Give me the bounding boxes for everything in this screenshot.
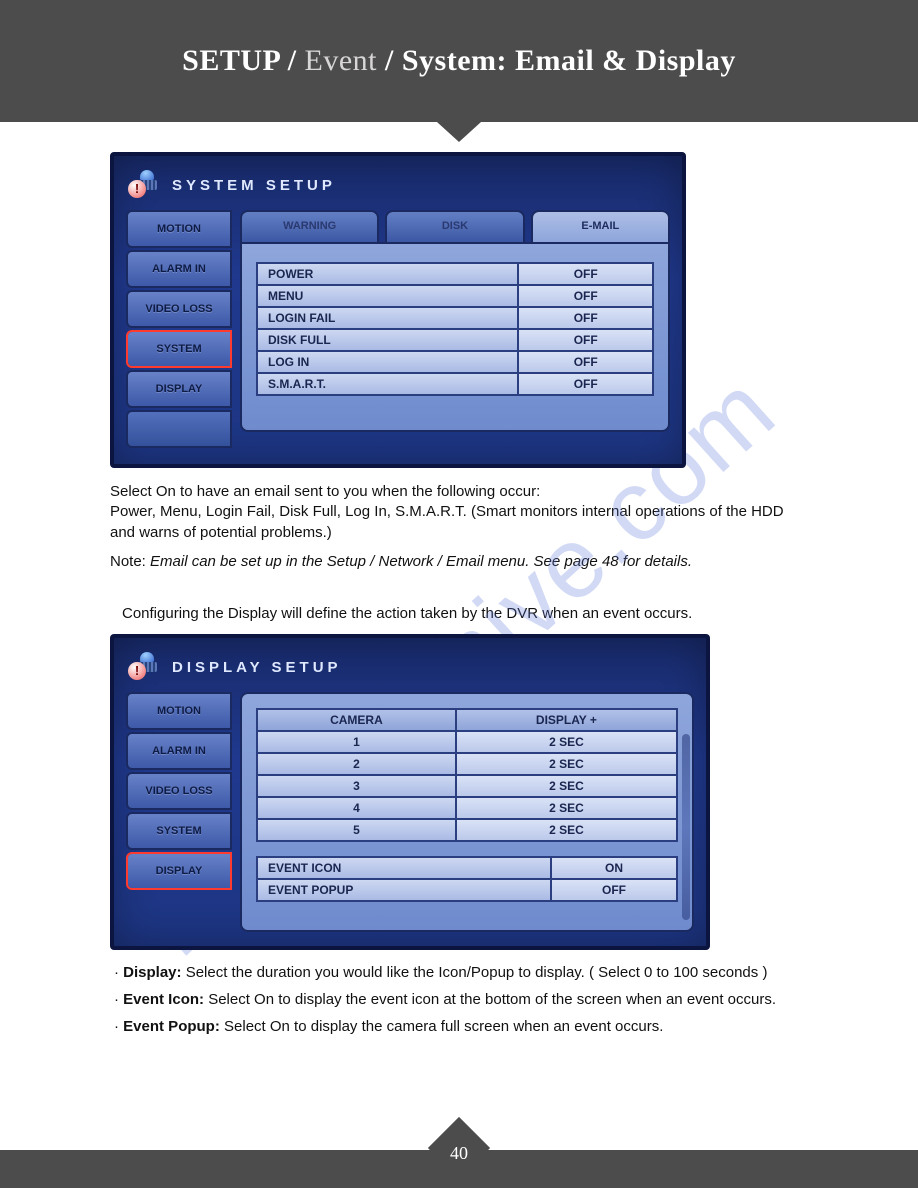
table-row: 52 SEC — [257, 819, 677, 841]
table-row: 12 SEC — [257, 731, 677, 753]
email-note: Note: Email can be set up in the Setup /… — [110, 553, 808, 570]
bullet-display: Display: Select the duration you would l… — [110, 964, 808, 981]
row-label: LOGIN FAIL — [257, 307, 518, 329]
panel1-top-tabs: WARNING DISK E-MAIL — [240, 210, 670, 242]
email-description-text: Select On to have an email sent to you w… — [110, 482, 808, 543]
col-camera: CAMERA — [257, 709, 456, 731]
side-tab-system[interactable]: SYSTEM — [126, 330, 232, 368]
row-label: POWER — [257, 263, 518, 285]
table-row: 42 SEC — [257, 797, 677, 819]
side-tab-alarm-in[interactable]: ALARM IN — [126, 732, 232, 770]
camera-cell: 4 — [257, 797, 456, 819]
top-tab-disk[interactable]: DISK — [385, 210, 524, 242]
side-tab-motion[interactable]: MOTION — [126, 210, 232, 248]
camera-cell: 2 — [257, 753, 456, 775]
row-value[interactable]: OFF — [518, 373, 653, 395]
email-settings-table: POWEROFF MENUOFF LOGIN FAILOFF DISK FULL… — [256, 262, 654, 396]
row-label: EVENT ICON — [257, 857, 551, 879]
side-tab-blank — [126, 410, 232, 448]
side-tab-display[interactable]: DISPLAY — [126, 852, 232, 890]
top-tab-warning[interactable]: WARNING — [240, 210, 379, 242]
note-label: Note: — [110, 553, 150, 570]
breadcrumb-event: Event — [305, 44, 377, 77]
table-row: POWEROFF — [257, 263, 653, 285]
breadcrumb-setup: SETUP — [182, 44, 280, 77]
display-setup-screenshot: ! DISPLAY SETUP MOTION ALARM IN VIDEO LO… — [110, 634, 710, 950]
display-cell[interactable]: 2 SEC — [456, 797, 677, 819]
system-setup-screenshot: ! SYSTEM SETUP MOTION ALARM IN VIDEO LOS… — [110, 152, 686, 468]
table-row: S.M.A.R.T.OFF — [257, 373, 653, 395]
row-value[interactable]: OFF — [518, 329, 653, 351]
breadcrumb: SETUP / Event / System: Email & Display — [182, 44, 736, 78]
header-pointer-icon — [437, 122, 481, 142]
display-intro-text: Configuring the Display will define the … — [110, 604, 808, 624]
page-number: 40 — [450, 1143, 468, 1164]
table-row: 22 SEC — [257, 753, 677, 775]
row-label: S.M.A.R.T. — [257, 373, 518, 395]
panel1-side-tabs: MOTION ALARM IN VIDEO LOSS SYSTEM DISPLA… — [126, 210, 232, 450]
side-tab-video-loss[interactable]: VIDEO LOSS — [126, 290, 232, 328]
row-label: MENU — [257, 285, 518, 307]
row-value[interactable]: OFF — [518, 307, 653, 329]
display-cell[interactable]: 2 SEC — [456, 731, 677, 753]
side-tab-system[interactable]: SYSTEM — [126, 812, 232, 850]
display-cell[interactable]: 2 SEC — [456, 819, 677, 841]
note-body: Email can be set up in the Setup / Netwo… — [150, 553, 692, 570]
table-header-row: CAMERA DISPLAY + — [257, 709, 677, 731]
row-value[interactable]: ON — [551, 857, 677, 879]
camera-cell: 1 — [257, 731, 456, 753]
alert-siren-icon: ! — [132, 652, 162, 682]
event-settings-table: EVENT ICONON EVENT POPUPOFF — [256, 856, 678, 902]
scrollbar-icon[interactable] — [682, 734, 690, 920]
row-label: DISK FULL — [257, 329, 518, 351]
table-row: LOG INOFF — [257, 351, 653, 373]
alert-siren-icon: ! — [132, 170, 162, 200]
side-tab-display[interactable]: DISPLAY — [126, 370, 232, 408]
row-value[interactable]: OFF — [518, 351, 653, 373]
breadcrumb-section: System: Email & Display — [402, 44, 736, 77]
panel2-title: DISPLAY SETUP — [172, 659, 342, 676]
table-row: 32 SEC — [257, 775, 677, 797]
camera-cell: 3 — [257, 775, 456, 797]
side-tab-alarm-in[interactable]: ALARM IN — [126, 250, 232, 288]
side-tab-motion[interactable]: MOTION — [126, 692, 232, 730]
row-value[interactable]: OFF — [551, 879, 677, 901]
row-value[interactable]: OFF — [518, 285, 653, 307]
display-bullet-list: Display: Select the duration you would l… — [110, 964, 808, 1035]
bullet-event-icon: Event Icon: Select On to display the eve… — [110, 991, 808, 1008]
panel2-side-tabs: MOTION ALARM IN VIDEO LOSS SYSTEM DISPLA… — [126, 692, 232, 932]
row-label: LOG IN — [257, 351, 518, 373]
bullet-event-popup: Event Popup: Select On to display the ca… — [110, 1018, 808, 1035]
top-tab-email[interactable]: E-MAIL — [531, 210, 670, 242]
table-row: EVENT POPUPOFF — [257, 879, 677, 901]
display-settings-table: CAMERA DISPLAY + 12 SEC 22 SEC 32 SEC 42… — [256, 708, 678, 842]
camera-cell: 5 — [257, 819, 456, 841]
row-value[interactable]: OFF — [518, 263, 653, 285]
table-row: EVENT ICONON — [257, 857, 677, 879]
table-row: MENUOFF — [257, 285, 653, 307]
side-tab-video-loss[interactable]: VIDEO LOSS — [126, 772, 232, 810]
col-display: DISPLAY + — [456, 709, 677, 731]
table-row: DISK FULLOFF — [257, 329, 653, 351]
display-cell[interactable]: 2 SEC — [456, 775, 677, 797]
row-label: EVENT POPUP — [257, 879, 551, 901]
page-header: SETUP / Event / System: Email & Display — [0, 0, 918, 122]
display-cell[interactable]: 2 SEC — [456, 753, 677, 775]
panel1-title: SYSTEM SETUP — [172, 177, 336, 194]
table-row: LOGIN FAILOFF — [257, 307, 653, 329]
